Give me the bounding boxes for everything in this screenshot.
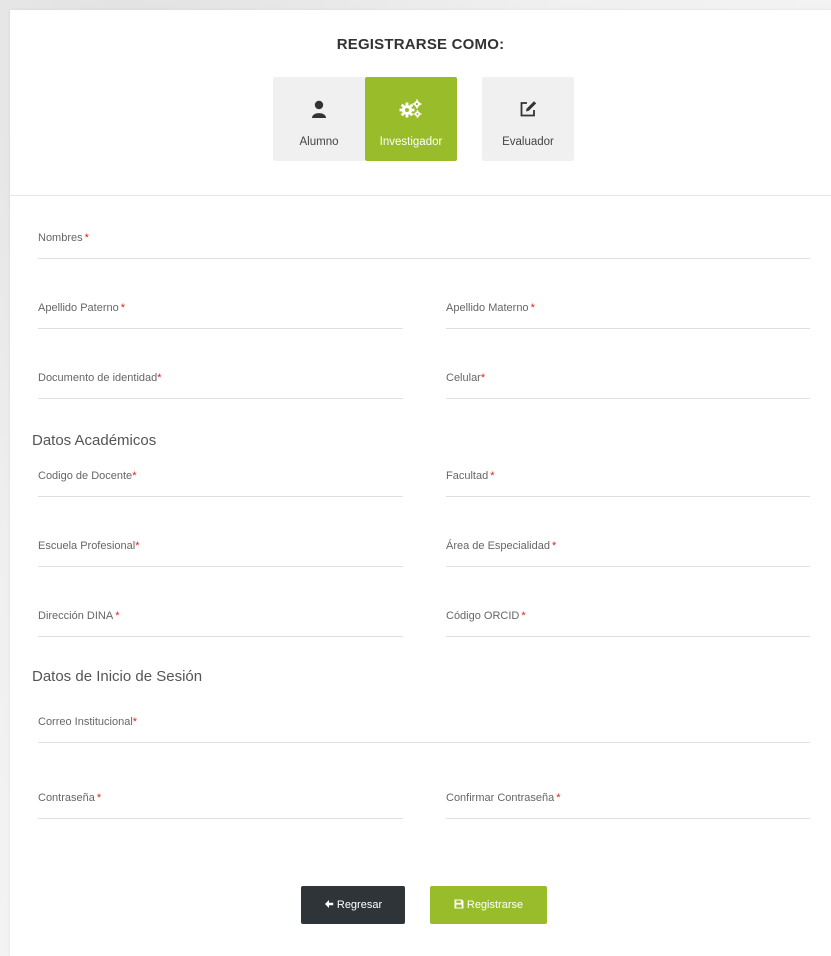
required-mark: * <box>521 610 526 622</box>
celular-label: Celular* <box>446 372 486 384</box>
edit-icon <box>482 99 574 119</box>
required-mark: * <box>556 792 561 804</box>
facultad-label: Facultad * <box>446 470 495 482</box>
codigo-orcid-label: Código ORCID * <box>446 610 526 622</box>
apellido-paterno-label: Apellido Paterno * <box>38 302 126 314</box>
register-button-label: Registrarse <box>466 899 524 911</box>
role-option-alumno[interactable]: Alumno <box>273 77 365 161</box>
codigo-orcid-field[interactable]: Código ORCID * <box>446 610 810 637</box>
role-option-investigador[interactable]: Investigador <box>365 77 457 161</box>
nombres-label: Nombres * <box>38 232 89 244</box>
required-mark: * <box>551 540 557 552</box>
role-label: Investigador <box>379 136 443 148</box>
role-option-evaluador[interactable]: Evaluador <box>482 77 574 161</box>
user-icon <box>273 99 365 119</box>
page-title: REGISTRARSE COMO: <box>336 36 505 53</box>
escuela-profesional-label: Escuela Profesional* <box>38 540 140 552</box>
required-mark: * <box>490 470 495 482</box>
celular-field[interactable]: Celular* <box>446 372 810 399</box>
required-mark: * <box>84 232 89 244</box>
direccion-dina-label: Dirección DINA * <box>38 610 120 622</box>
correo-institucional-label: Correo Institucional* <box>38 716 138 728</box>
area-especialidad-field[interactable]: Área de Especialidad * <box>446 540 810 567</box>
area-especialidad-label: Área de Especialidad * <box>446 540 557 552</box>
required-mark: * <box>135 540 140 552</box>
nombres-field[interactable]: Nombres * <box>38 232 810 259</box>
confirmar-contrasena-label: Confirmar Contraseña * <box>446 792 561 804</box>
section-title-academicos: Datos Académicos <box>32 432 157 449</box>
required-mark: * <box>480 372 486 384</box>
required-mark: * <box>120 302 126 314</box>
contrasena-label: Contraseña * <box>38 792 102 804</box>
required-mark: * <box>132 716 138 728</box>
correo-institucional-field[interactable]: Correo Institucional* <box>38 716 810 743</box>
required-mark: * <box>132 470 137 482</box>
apellido-materno-label: Apellido Materno * <box>446 302 535 314</box>
gears-icon <box>365 99 457 119</box>
escuela-profesional-field[interactable]: Escuela Profesional* <box>38 540 403 567</box>
role-selector-header: REGISTRARSE COMO: Alumno Investigador Ev… <box>10 10 831 196</box>
save-icon <box>454 899 464 909</box>
apellido-materno-field[interactable]: Apellido Materno * <box>446 302 810 329</box>
back-button[interactable]: Regresar <box>301 886 405 924</box>
register-button[interactable]: Registrarse <box>430 886 547 924</box>
apellido-paterno-field[interactable]: Apellido Paterno * <box>38 302 403 329</box>
role-label: Evaluador <box>502 136 554 148</box>
contrasena-field[interactable]: Contraseña * <box>38 792 403 819</box>
confirmar-contrasena-field[interactable]: Confirmar Contraseña * <box>446 792 810 819</box>
required-mark: * <box>530 302 535 314</box>
registration-card: REGISTRARSE COMO: Alumno Investigador Ev… <box>10 10 831 956</box>
required-mark: * <box>157 372 162 384</box>
arrow-left-icon <box>324 900 334 908</box>
section-title-sesion: Datos de Inicio de Sesión <box>32 668 203 685</box>
documento-label: Documento de identidad* <box>38 372 162 384</box>
role-label: Alumno <box>299 136 339 148</box>
required-mark: * <box>96 792 102 804</box>
codigo-docente-field[interactable]: Codigo de Docente* <box>38 470 403 497</box>
required-mark: * <box>115 610 120 622</box>
codigo-docente-label: Codigo de Docente* <box>38 470 137 482</box>
direccion-dina-field[interactable]: Dirección DINA * <box>38 610 403 637</box>
back-button-label: Regresar <box>336 899 383 911</box>
documento-field[interactable]: Documento de identidad* <box>38 372 403 399</box>
facultad-field[interactable]: Facultad * <box>446 470 810 497</box>
